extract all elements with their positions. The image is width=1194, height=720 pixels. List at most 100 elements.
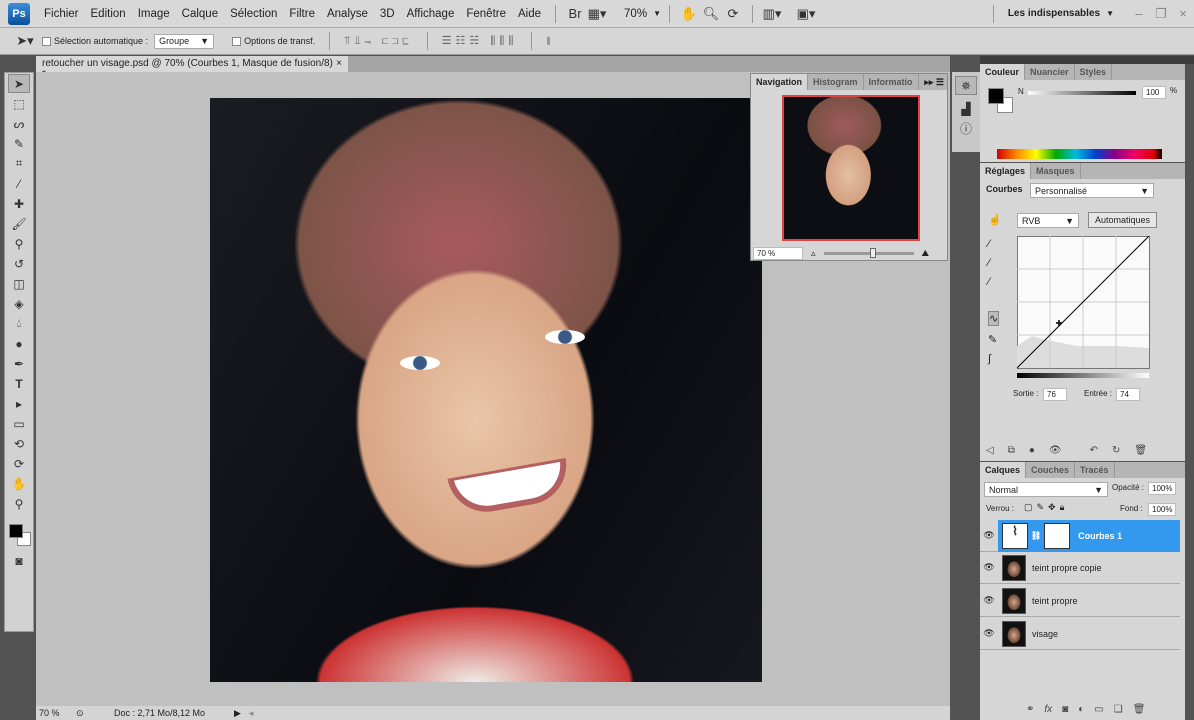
- menu-analyse[interactable]: Analyse: [327, 8, 368, 20]
- blur-tool-icon[interactable]: 💧︎: [8, 314, 30, 333]
- panel-menu-icon[interactable]: ▸▸ ☰: [921, 74, 947, 90]
- navigator-zoom-field[interactable]: 70 %: [753, 247, 803, 260]
- menu-filtre[interactable]: Filtre: [289, 8, 315, 20]
- add-mask-icon[interactable]: ◙: [1062, 704, 1068, 715]
- color-swatches[interactable]: [5, 514, 33, 550]
- color-ramp[interactable]: [997, 149, 1162, 159]
- navigator-thumbnail[interactable]: [782, 95, 920, 241]
- gray-value-field[interactable]: 100: [1142, 86, 1166, 99]
- move-tool-icon[interactable]: ➤: [8, 74, 30, 93]
- pen-tool-icon[interactable]: ✒: [8, 354, 30, 373]
- layer-row[interactable]: 👁︎ teint propre copie: [980, 552, 1180, 584]
- restore-icon[interactable]: ❐: [1150, 4, 1172, 24]
- 3d-orbit-tool-icon[interactable]: ⟳: [8, 454, 30, 473]
- blend-mode-dropdown[interactable]: Normal ▼: [984, 482, 1108, 497]
- layer-mask-thumbnail[interactable]: [1044, 522, 1071, 549]
- history-brush-tool-icon[interactable]: ↺: [8, 254, 30, 273]
- auto-button[interactable]: Automatiques: [1088, 212, 1158, 228]
- paint-bucket-tool-icon[interactable]: ◈: [8, 294, 30, 313]
- tab-traces[interactable]: Tracés: [1075, 462, 1115, 478]
- dodge-tool-icon[interactable]: ●: [8, 334, 30, 353]
- menu-calque[interactable]: Calque: [182, 8, 218, 20]
- distribute-icons[interactable]: ☰☷☵ ⫼⫼⫼: [442, 34, 518, 48]
- close-icon[interactable]: ×: [1172, 4, 1194, 24]
- tab-styles[interactable]: Styles: [1075, 64, 1113, 80]
- menu-image[interactable]: Image: [138, 8, 170, 20]
- quick-mask-icon[interactable]: ◙: [8, 551, 30, 570]
- previous-state-icon[interactable]: ↶: [1090, 445, 1098, 456]
- info-panel-icon[interactable]: ⓘ: [955, 119, 977, 138]
- curve-points-icon[interactable]: ∿: [988, 311, 1000, 326]
- minimize-icon[interactable]: –: [1128, 4, 1150, 24]
- horizontal-scrollbar[interactable]: ◂: [249, 708, 254, 719]
- return-to-list-icon[interactable]: ◁: [986, 445, 994, 456]
- marquee-tool-icon[interactable]: ⬚: [8, 94, 30, 113]
- quick-selection-tool-icon[interactable]: ✎: [8, 134, 30, 153]
- reset-icon[interactable]: ↻: [1112, 445, 1120, 456]
- brush-tool-icon[interactable]: 🖌︎: [8, 214, 30, 233]
- visibility-toggle-icon[interactable]: 👁︎: [1049, 445, 1062, 456]
- gray-slider[interactable]: [1028, 91, 1136, 95]
- zoom-icon[interactable]: 🔍︎: [700, 4, 722, 24]
- fill-field[interactable]: 100%: [1148, 503, 1176, 516]
- healing-brush-tool-icon[interactable]: ✚: [8, 194, 30, 213]
- preset-dropdown[interactable]: Personnalisé ▼: [1030, 183, 1154, 198]
- new-layer-icon[interactable]: ❏: [1114, 704, 1123, 715]
- histogram-panel-icon[interactable]: ▟: [955, 99, 977, 118]
- menu-fichier[interactable]: Fichier: [44, 8, 79, 20]
- workspace-switcher[interactable]: Les indispensables: [1008, 8, 1100, 19]
- menu-edition[interactable]: Edition: [91, 8, 126, 20]
- new-group-icon[interactable]: ▭: [1094, 704, 1103, 715]
- tab-navigation[interactable]: Navigation: [751, 74, 809, 90]
- menu-selection[interactable]: Sélection: [230, 8, 277, 20]
- tab-histogram[interactable]: Histogram: [808, 74, 864, 90]
- document-tab[interactable]: retoucher un visage.psd @ 70% (Courbes 1…: [36, 56, 348, 80]
- navigator-panel-icon[interactable]: ✵: [955, 76, 977, 95]
- zoom-select[interactable]: 70%: [624, 8, 647, 20]
- layer-row[interactable]: 👁︎ teint propre: [980, 585, 1180, 617]
- white-point-eyedropper-icon[interactable]: ⁄: [988, 276, 999, 288]
- hand-icon[interactable]: ✋: [678, 4, 700, 24]
- tab-reglages[interactable]: Réglages: [980, 163, 1032, 179]
- channel-dropdown[interactable]: RVB ▼: [1017, 213, 1079, 228]
- gray-point-eyedropper-icon[interactable]: ⁄: [988, 257, 999, 269]
- link-icon[interactable]: ⛓: [1031, 531, 1041, 540]
- visibility-eye-icon[interactable]: 👁︎: [980, 628, 998, 639]
- black-point-eyedropper-icon[interactable]: ⁄: [988, 238, 999, 250]
- tab-calques[interactable]: Calques: [980, 462, 1027, 478]
- auto-align-icon[interactable]: ⫼: [546, 36, 550, 47]
- screen-mode-icon[interactable]: ▣▾: [795, 4, 817, 24]
- zoom-in-icon[interactable]: ⛰: [922, 248, 930, 259]
- navigator-zoom-slider[interactable]: [823, 248, 914, 258]
- move-tool-preset-icon[interactable]: ➤▾: [14, 31, 36, 51]
- new-adjustment-icon[interactable]: ◐: [1078, 704, 1084, 715]
- menu-3d[interactable]: 3D: [380, 8, 395, 20]
- lock-icons[interactable]: ▢✎✥🔒︎: [1024, 502, 1068, 513]
- output-field[interactable]: 76: [1043, 388, 1067, 401]
- clone-stamp-tool-icon[interactable]: ⚲: [8, 234, 30, 253]
- tab-couches[interactable]: Couches: [1026, 462, 1076, 478]
- visibility-eye-icon[interactable]: 👁︎: [980, 530, 998, 541]
- visibility-eye-icon[interactable]: 👁︎: [980, 595, 998, 606]
- document-image[interactable]: [210, 98, 762, 682]
- menu-fenetre[interactable]: Fenêtre: [466, 8, 506, 20]
- layer-row[interactable]: 👁︎ ⌇ ⛓ Courbes 1: [980, 519, 1180, 552]
- transform-controls-checkbox[interactable]: Options de transf.: [232, 36, 315, 47]
- menu-affichage[interactable]: Affichage: [407, 8, 455, 20]
- auto-select-dropdown[interactable]: Groupe ▼: [154, 33, 215, 49]
- auto-select-checkbox[interactable]: Sélection automatique :: [42, 36, 148, 47]
- path-selection-tool-icon[interactable]: ▸: [8, 394, 30, 413]
- opacity-field[interactable]: 100%: [1148, 482, 1176, 495]
- smooth-curve-icon[interactable]: ∫: [988, 353, 999, 365]
- tab-info[interactable]: Informatio: [864, 74, 919, 90]
- targeted-adjustment-icon[interactable]: ☝: [988, 213, 1002, 226]
- align-icons[interactable]: ⫪⫫⫬ ⊏⊐⊑: [344, 35, 413, 48]
- zoom-out-icon[interactable]: ▵: [811, 248, 816, 259]
- 3d-rotate-tool-icon[interactable]: ⟲: [8, 434, 30, 453]
- foreground-color[interactable]: [9, 524, 23, 538]
- type-tool-icon[interactable]: T: [8, 374, 30, 393]
- rotate-view-icon[interactable]: ⟳: [722, 4, 744, 24]
- crop-tool-icon[interactable]: ⌗: [8, 154, 30, 173]
- foreground-swatch[interactable]: [988, 88, 1004, 104]
- curves-graph[interactable]: [1017, 236, 1151, 372]
